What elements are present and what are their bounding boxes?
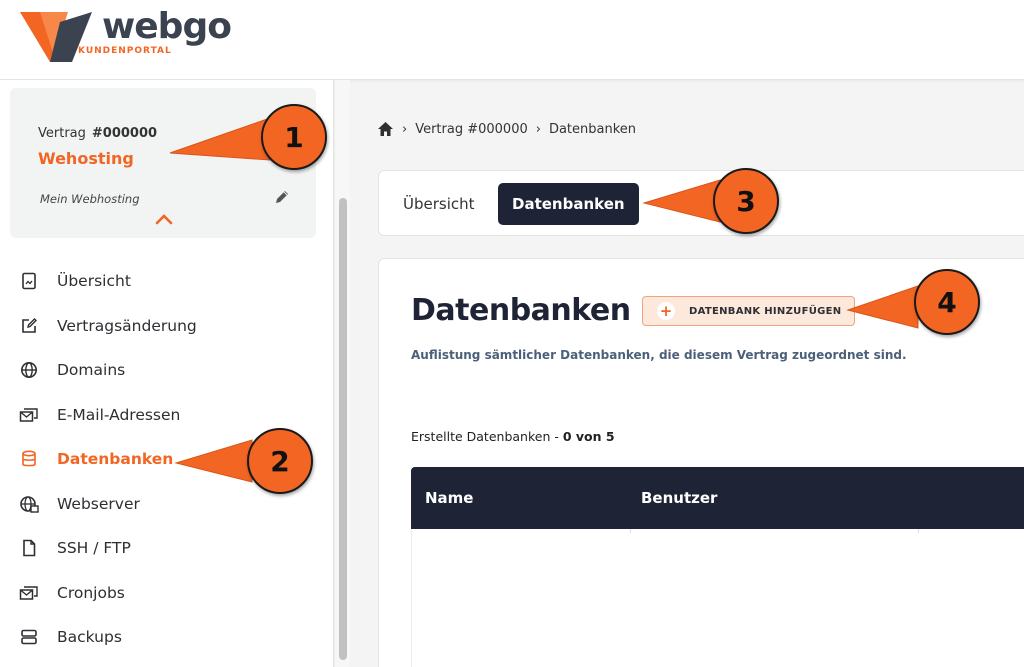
file-icon [18, 537, 40, 559]
sidebar-item-label: E-Mail-Adressen [57, 406, 181, 424]
add-database-label: DATENBANK HINZUFÜGEN [689, 305, 842, 317]
database-count-label: Erstellte Datenbanken - [411, 429, 563, 444]
database-count-value: 0 von 5 [562, 429, 615, 444]
sidebar-item-uebersicht[interactable]: Übersicht [18, 266, 318, 296]
breadcrumb-item-contract[interactable]: Vertrag #000000 [415, 122, 528, 137]
column-divider [918, 529, 919, 533]
page-subtitle: Auflistung sämtlicher Datenbanken, die d… [411, 348, 907, 362]
edit-icon [18, 315, 40, 337]
document-icon [18, 270, 40, 292]
column-header-benutzer[interactable]: Benutzer [641, 489, 717, 507]
sidebar-item-backups[interactable]: Backups [18, 622, 318, 652]
add-database-button[interactable]: + DATENBANK HINZUFÜGEN [642, 296, 855, 326]
tab-uebersicht[interactable]: Übersicht [389, 183, 489, 225]
sidebar-item-webserver[interactable]: Webserver [18, 489, 318, 519]
sidebar-item-label: SSH / FTP [57, 539, 131, 557]
sidebar-item-label: Domains [57, 361, 126, 379]
breadcrumb-separator: › [402, 121, 408, 137]
breadcrumb: › Vertrag #000000 › Datenbanken [377, 118, 636, 140]
contract-label: Vertrag [38, 126, 86, 141]
callout-badge-2: 2 [247, 428, 313, 494]
page-title: Datenbanken [411, 293, 631, 328]
sidebar-scrollbar[interactable] [334, 80, 350, 667]
scrollbar-thumb[interactable] [339, 198, 347, 660]
table-body [411, 529, 1024, 667]
sidebar-item-email[interactable]: E-Mail-Adressen [18, 400, 318, 430]
plus-icon: + [657, 302, 675, 320]
sidebar-item-label: Backups [57, 628, 122, 646]
logo-wordmark: webgo [102, 6, 232, 47]
header: webgo KUNDENPORTAL [0, 0, 1024, 80]
server-icon [18, 626, 40, 648]
breadcrumb-item-current: Datenbanken [548, 121, 637, 137]
contract-number-line: Vertrag #000000 [38, 126, 157, 141]
sidebar-item-label: Webserver [57, 495, 140, 513]
contract-card: Vertrag #000000 Wehosting Mein Webhosting [10, 88, 316, 238]
callout-badge-4: 4 [914, 269, 980, 335]
webgo-logo[interactable]: webgo KUNDENPORTAL [20, 6, 232, 66]
contract-product: Wehosting [38, 149, 134, 168]
sidebar-item-ssh-ftp[interactable]: SSH / FTP [18, 533, 318, 563]
database-icon [18, 448, 40, 470]
callout-badge-1: 1 [261, 104, 327, 170]
sidebar-item-label: Datenbanken [57, 450, 174, 468]
table-header: Name Benutzer [411, 467, 1024, 529]
globe-icon [18, 359, 40, 381]
callout-badge-3: 3 [713, 168, 779, 234]
pencil-icon[interactable] [273, 188, 291, 206]
cron-icon [18, 582, 40, 604]
column-header-name[interactable]: Name [425, 489, 473, 507]
logo-subline: KUNDENPORTAL [78, 46, 172, 56]
webserver-icon [18, 493, 40, 515]
contract-number: #000000 [91, 126, 158, 141]
sidebar-item-label: Vertragsänderung [57, 317, 197, 335]
sidebar-item-cronjobs[interactable]: Cronjobs [18, 578, 318, 608]
column-divider [630, 529, 631, 533]
sidebar-item-label: Übersicht [57, 272, 131, 290]
breadcrumb-separator: › [535, 121, 541, 137]
database-count: Erstellte Datenbanken - 0 von 5 [411, 429, 615, 444]
tab-datenbanken[interactable]: Datenbanken [498, 183, 639, 225]
sidebar-item-domains[interactable]: Domains [18, 355, 318, 385]
sidebar-item-vertragsaenderung[interactable]: Vertragsänderung [18, 311, 318, 341]
sidebar-item-label: Cronjobs [57, 584, 125, 602]
contract-description: Mein Webhosting [40, 192, 140, 206]
home-icon[interactable] [377, 121, 394, 137]
mail-icon [18, 404, 40, 426]
tabs-bar: Übersicht Datenbanken [378, 170, 1024, 236]
chevron-up-icon[interactable] [154, 212, 174, 226]
